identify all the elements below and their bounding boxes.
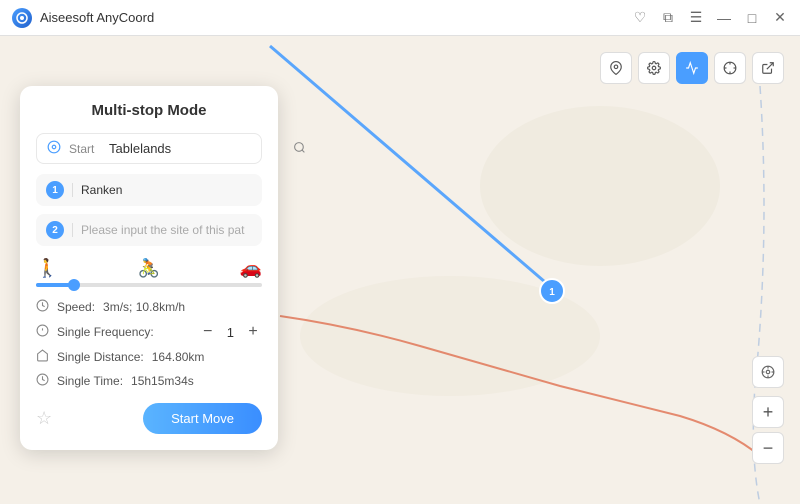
frequency-icon — [36, 324, 49, 340]
start-label: Start — [69, 142, 101, 156]
speed-value: 3m/s; 10.8km/h — [103, 300, 185, 314]
frequency-value: 1 — [227, 325, 234, 340]
zoom-out-button[interactable]: − — [752, 432, 784, 464]
zoom-controls: + − — [752, 356, 784, 464]
stop-placeholder-2: Please input the site of this pat — [81, 223, 252, 237]
distance-info-row: Single Distance: 164.80km — [36, 349, 262, 365]
crosshair-tool-button[interactable] — [714, 52, 746, 84]
close-icon[interactable]: ✕ — [772, 10, 788, 26]
stop-row-1: 1 Ranken — [36, 174, 262, 206]
stop-divider-2 — [72, 223, 73, 237]
pin-tool-button[interactable] — [600, 52, 632, 84]
start-move-button[interactable]: Start Move — [143, 403, 262, 434]
panel-title: Multi-stop Mode — [36, 102, 262, 119]
frequency-controls: − 1 + — [199, 323, 262, 341]
time-label: Single Time: — [57, 374, 123, 388]
transport-row: 🚶 🚴 🚗 — [36, 258, 262, 279]
map-area[interactable]: 1 — [0, 36, 800, 504]
stop-divider-1 — [72, 183, 73, 197]
speed-slider-container — [36, 283, 262, 287]
frequency-decrease-button[interactable]: − — [199, 323, 217, 341]
multistop-panel: Multi-stop Mode Start 1 Ranken — [20, 86, 278, 450]
window-controls: ♡ ⧉ ☰ — □ ✕ — [632, 10, 788, 26]
start-location-icon — [47, 140, 61, 157]
time-info-row: Single Time: 15h15m34s — [36, 373, 262, 389]
speed-info-row: Speed: 3m/s; 10.8km/h — [36, 299, 262, 315]
slider-thumb[interactable] — [68, 279, 80, 291]
menu-icon[interactable]: ☰ — [688, 10, 704, 26]
stop-dot-2: 2 — [46, 221, 64, 239]
zoom-in-button[interactable]: + — [752, 396, 784, 428]
speed-icon — [36, 299, 49, 315]
settings-tool-button[interactable] — [638, 52, 670, 84]
stop-row-2: 2 Please input the site of this pat — [36, 214, 262, 246]
stop-dot-1: 1 — [46, 181, 64, 199]
search-icon[interactable] — [293, 141, 306, 157]
svg-text:1: 1 — [549, 287, 555, 298]
titlebar: Aiseesoft AnyCoord ♡ ⧉ ☰ — □ ✕ — [0, 0, 800, 36]
slider-fill — [36, 283, 70, 287]
speed-label: Speed: — [57, 300, 95, 314]
panel-bottom: ☆ Start Move — [36, 403, 262, 434]
export-tool-button[interactable] — [752, 52, 784, 84]
car-icon[interactable]: 🚗 — [240, 258, 262, 279]
distance-label: Single Distance: — [57, 350, 144, 364]
favorite-icon[interactable]: ♡ — [632, 10, 648, 26]
restore-icon[interactable]: ⧉ — [660, 10, 676, 26]
map-toolbar — [600, 52, 784, 84]
distance-icon — [36, 349, 49, 365]
distance-value: 164.80km — [152, 350, 205, 364]
app-logo — [12, 8, 32, 28]
start-input[interactable] — [109, 141, 285, 156]
time-value: 15h15m34s — [131, 374, 194, 388]
walk-icon[interactable]: 🚶 — [36, 258, 58, 279]
frequency-label: Single Frequency: — [57, 325, 154, 339]
start-location-row: Start — [36, 133, 262, 164]
bike-icon[interactable]: 🚴 — [138, 258, 160, 279]
frequency-increase-button[interactable]: + — [244, 323, 262, 341]
slider-track — [36, 283, 262, 287]
stop-text-1: Ranken — [81, 183, 252, 197]
minimize-icon[interactable]: — — [716, 10, 732, 26]
maximize-icon[interactable]: □ — [744, 10, 760, 26]
frequency-info-row: Single Frequency: − 1 + — [36, 323, 262, 341]
route-tool-button[interactable] — [676, 52, 708, 84]
time-icon — [36, 373, 49, 389]
app-title: Aiseesoft AnyCoord — [40, 10, 632, 25]
locate-button[interactable] — [752, 356, 784, 388]
favorite-button[interactable]: ☆ — [36, 408, 52, 429]
